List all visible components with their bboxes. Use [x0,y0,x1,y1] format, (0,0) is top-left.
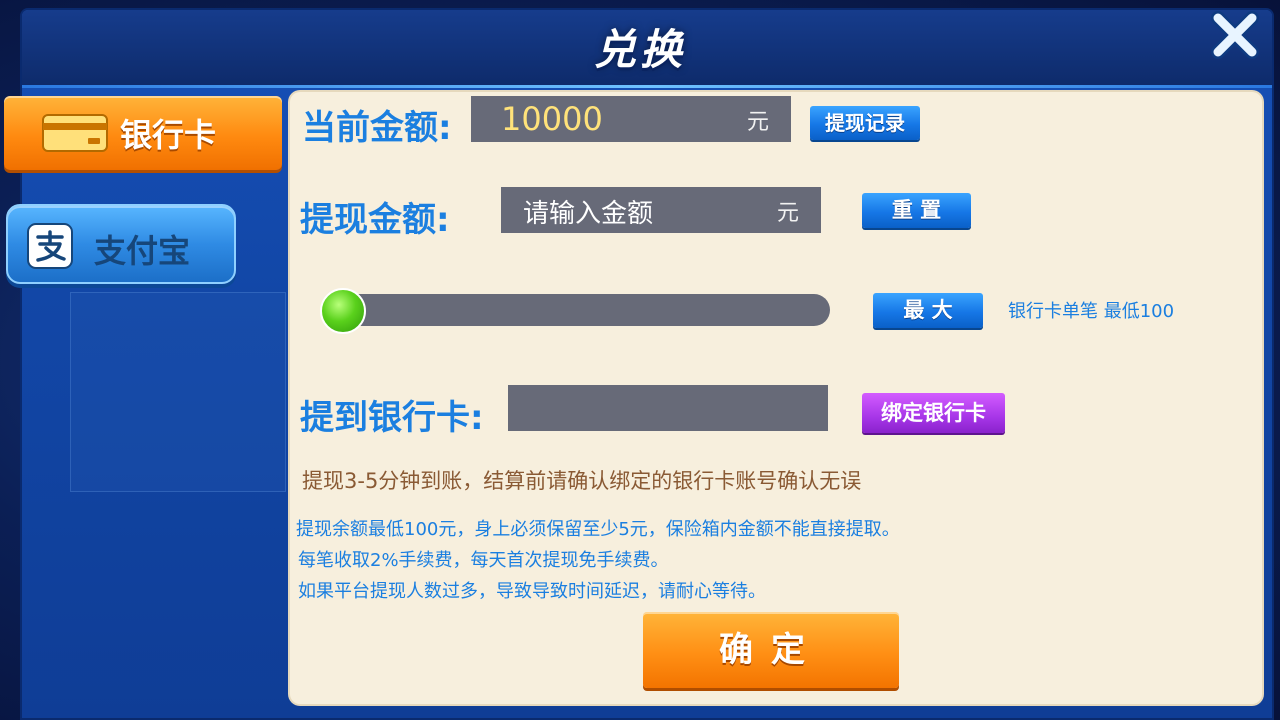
notice-line-3: 如果平台提现人数过多，导致导致时间延迟，请耐心等待。 [298,581,766,602]
alipay-icon [27,223,73,269]
current-amount-unit: 元 [746,110,769,135]
tab-bank-card-label: 银行卡 [120,116,217,154]
current-amount-label: 当前金额: [302,108,452,148]
notice-line-2: 每笔收取2%手续费，每天首次提现免手续费。 [298,550,669,571]
tab-bank-card[interactable]: 银行卡 [4,96,282,170]
min-withdraw-hint: 银行卡单笔 最低100 [1008,301,1175,322]
max-button[interactable]: 最 大 [873,293,983,328]
withdraw-amount-unit: 元 [776,201,799,226]
withdraw-amount-placeholder: 请输入金额 [523,199,654,229]
current-amount-value: 10000 [501,100,603,138]
close-button[interactable] [1206,6,1264,64]
withdraw-amount-label: 提现金额: [300,200,450,240]
reset-button[interactable]: 重 置 [862,193,971,228]
withdraw-history-button[interactable]: 提现记录 [810,106,920,140]
withdraw-amount-input[interactable]: 请输入金额 元 [501,187,821,233]
notice-primary: 提现3-5分钟到账，结算前请确认绑定的银行卡账号确认无误 [302,469,862,493]
amount-slider-track[interactable] [330,294,830,326]
tab-alipay[interactable]: 支付宝 [6,204,236,284]
bank-card-label: 提到银行卡: [300,398,484,438]
confirm-button[interactable]: 确定 [643,612,899,688]
amount-slider-handle[interactable] [320,288,366,334]
tab-alipay-label: 支付宝 [94,232,191,270]
bank-card-field[interactable] [508,385,828,431]
notice-line-1: 提现余额最低100元，身上必须保留至少5元，保险箱内金额不能直接提取。 [296,519,900,540]
bind-bank-card-button[interactable]: 绑定银行卡 [862,393,1005,433]
close-icon [1211,11,1259,59]
bank-card-icon [42,114,108,152]
window-title: 兑换 [593,25,686,74]
current-amount-field: 10000 元 [471,96,791,142]
background-panel [70,292,286,492]
